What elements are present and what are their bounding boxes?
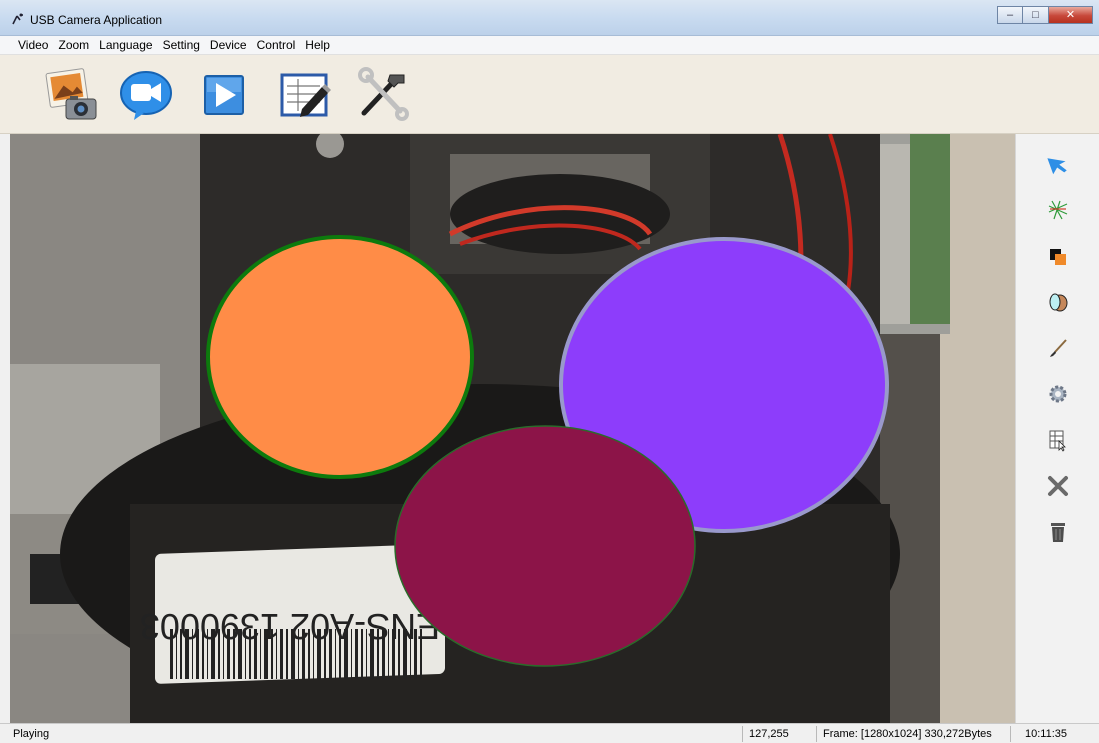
window-controls: – □ ✕ [997, 6, 1093, 24]
status-bar: Playing 127,255 Frame: [1280x1024] 330,2… [0, 723, 1099, 743]
maroon-ellipse [394, 425, 696, 667]
app-window: USB Camera Application – □ ✕ Video Zoom … [0, 0, 1099, 743]
camera-photo-icon [45, 68, 97, 120]
brush-tool[interactable] [1046, 336, 1070, 360]
left-margin [0, 134, 10, 723]
crossed-lines-icon [1048, 200, 1068, 220]
menu-setting[interactable]: Setting [158, 36, 205, 55]
window-title: USB Camera Application [30, 13, 163, 27]
trash-tool[interactable] [1046, 520, 1070, 544]
overlap-squares-icon [1050, 249, 1066, 265]
tools-settings-button[interactable] [354, 67, 410, 123]
delete-tool[interactable] [1046, 474, 1070, 498]
status-divider [816, 726, 817, 742]
edit-annotation-button[interactable] [276, 67, 332, 123]
status-state: Playing [13, 728, 50, 740]
hammer-wrench-icon [358, 67, 409, 121]
video-camera-icon [120, 71, 172, 120]
play-button[interactable] [196, 67, 252, 123]
pencil-sheet-icon [280, 73, 331, 117]
status-cursor-position: 127,255 [749, 728, 789, 740]
status-time: 10:11:35 [1025, 728, 1068, 740]
select-arrow-tool[interactable] [1046, 152, 1070, 176]
orange-ellipse [206, 235, 474, 479]
menu-language[interactable]: Language [94, 36, 157, 55]
status-divider [742, 726, 743, 742]
arrow-pointer-icon [1047, 158, 1067, 175]
minimize-button[interactable]: – [997, 6, 1023, 24]
record-video-button[interactable] [118, 67, 174, 123]
drawing-tools-panel [1015, 134, 1099, 723]
camera-view[interactable]: LENS-A02 1390003 [10, 134, 1015, 723]
brush-icon [1050, 339, 1067, 357]
toolbar [0, 55, 1099, 134]
menu-help[interactable]: Help [300, 36, 335, 55]
close-button[interactable]: ✕ [1049, 6, 1093, 24]
trash-can-icon [1051, 523, 1065, 542]
app-icon [11, 12, 25, 26]
menu-control[interactable]: Control [252, 36, 301, 55]
gear-icon [1049, 385, 1067, 403]
status-frame-info: Frame: [1280x1024] 330,272Bytes [823, 728, 992, 740]
fill-color-tool[interactable] [1046, 290, 1070, 314]
properties-tool[interactable] [1046, 428, 1070, 452]
status-divider [1010, 726, 1011, 742]
menu-bar: Video Zoom Language Setting Device Contr… [0, 36, 1099, 55]
play-icon [204, 75, 244, 115]
layer-order-tool[interactable] [1046, 245, 1070, 269]
maximize-button[interactable]: □ [1023, 6, 1049, 24]
settings-tool[interactable] [1046, 382, 1070, 406]
menu-video[interactable]: Video [13, 36, 53, 55]
camera-frame: LENS-A02 1390003 [10, 134, 1015, 723]
x-mark-icon [1048, 476, 1068, 496]
table-cursor-icon [1049, 430, 1066, 452]
measure-lines-tool[interactable] [1046, 198, 1070, 222]
color-blob-icon [1049, 293, 1068, 312]
menu-zoom[interactable]: Zoom [53, 36, 94, 55]
title-bar[interactable]: USB Camera Application – □ ✕ [0, 0, 1099, 36]
snapshot-button[interactable] [44, 67, 100, 123]
menu-device[interactable]: Device [205, 36, 252, 55]
